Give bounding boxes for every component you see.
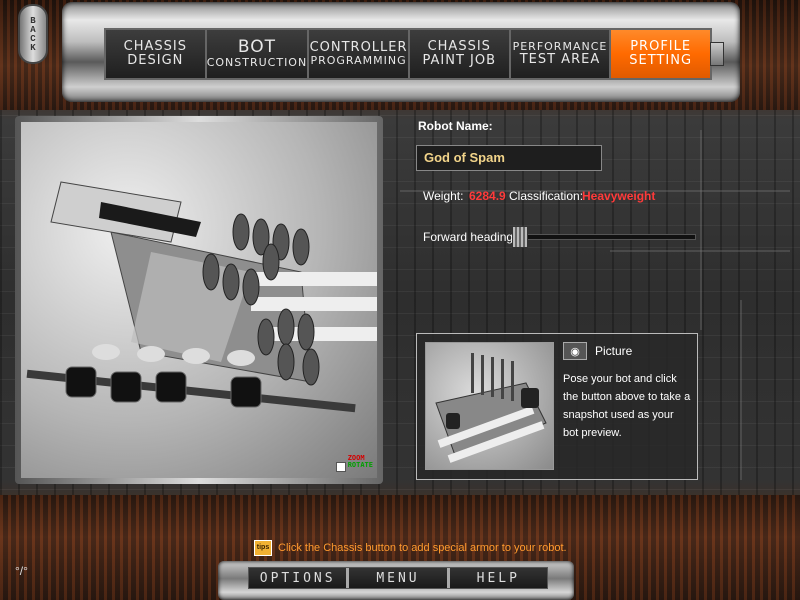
weight-value: 6284.9 (469, 189, 506, 203)
tab-performance-test-area[interactable]: PERFORMANCE TEST AREA (510, 30, 612, 78)
robot-3d-viewport[interactable]: ZOOM ROTATE (21, 122, 377, 478)
zoom-rotate-hint: ZOOM ROTATE (347, 454, 373, 470)
wheel-set (65, 366, 262, 408)
back-button[interactable]: BACK (18, 4, 48, 64)
options-button[interactable]: OPTIONS (249, 568, 350, 588)
tab-controller-programming[interactable]: CONTROLLER PROGRAMMING (309, 30, 410, 78)
menu-button[interactable]: MENU (349, 568, 450, 588)
robot-model-render (26, 181, 377, 413)
forward-heading-track (514, 234, 696, 240)
forward-heading-label: Forward heading: (423, 230, 517, 244)
nav-right-cap (710, 42, 724, 66)
tab-bot-construction-line1: BOT (237, 37, 277, 58)
tips-icon: tips (254, 540, 272, 556)
tab-chassis-design[interactable]: CHASSIS DESIGN (106, 30, 207, 78)
robot-name-input[interactable]: God of Spam (416, 145, 602, 171)
tab-bot-construction-line2: CONSTRUCTION (206, 56, 308, 70)
tab-profile-setting-line1: PROFILE (630, 39, 692, 55)
top-nav: CHASSIS DESIGN BOT CONSTRUCTION CONTROLL… (104, 28, 712, 80)
picture-panel: ◉ Picture Pose your bot and click the bu… (416, 333, 698, 480)
help-button[interactable]: HELP (449, 568, 547, 588)
bot-preview-thumbnail (425, 342, 554, 470)
tip-text: Click the Chassis button to add special … (278, 542, 567, 554)
back-button-label: BACK (28, 16, 38, 52)
tab-controller-programming-line2: PROGRAMMING (310, 54, 407, 68)
tab-chassis-design-line2: DESIGN (127, 53, 184, 68)
bottom-bar: OPTIONS MENU HELP (218, 561, 574, 600)
tab-profile-setting[interactable]: PROFILE SETTING (611, 30, 711, 78)
bot-preview-render (435, 353, 547, 463)
robot-name-label: Robot Name: (418, 119, 493, 133)
bottom-buttons: OPTIONS MENU HELP (248, 567, 548, 589)
top-nav-frame: CHASSIS DESIGN BOT CONSTRUCTION CONTROLL… (62, 2, 740, 102)
rotate-hint-label: ROTATE (347, 461, 373, 470)
tab-chassis-paint-job-line2: PAINT JOB (422, 53, 497, 68)
camera-button[interactable]: ◉ (563, 342, 587, 360)
corner-logo-icon: °/° (15, 564, 28, 578)
tab-chassis-paint-job[interactable]: CHASSIS PAINT JOB (409, 30, 511, 78)
tab-controller-programming-line1: CONTROLLER (309, 40, 408, 56)
picture-description: Pose your bot and click the button above… (563, 373, 691, 439)
tab-chassis-design-line1: CHASSIS (123, 39, 188, 55)
tab-bot-construction[interactable]: BOT CONSTRUCTION (206, 30, 310, 78)
stripe (251, 297, 377, 311)
classification-label: Classification: (509, 189, 584, 203)
tab-profile-setting-line2: SETTING (629, 53, 693, 68)
circuit-trace (700, 130, 702, 330)
robot-viewport-frame: ZOOM ROTATE (15, 116, 383, 484)
classification-value: Heavyweight (582, 189, 656, 203)
picture-title: Picture (595, 344, 633, 358)
tab-performance-test-area-line2: TEST AREA (519, 51, 601, 67)
forward-heading-slider[interactable] (512, 226, 528, 248)
camera-icon: ◉ (570, 345, 580, 358)
weight-label: Weight: (423, 189, 464, 203)
tab-chassis-paint-job-line1: CHASSIS (427, 39, 491, 55)
cursor-marker (336, 462, 346, 472)
circuit-trace (740, 300, 742, 480)
